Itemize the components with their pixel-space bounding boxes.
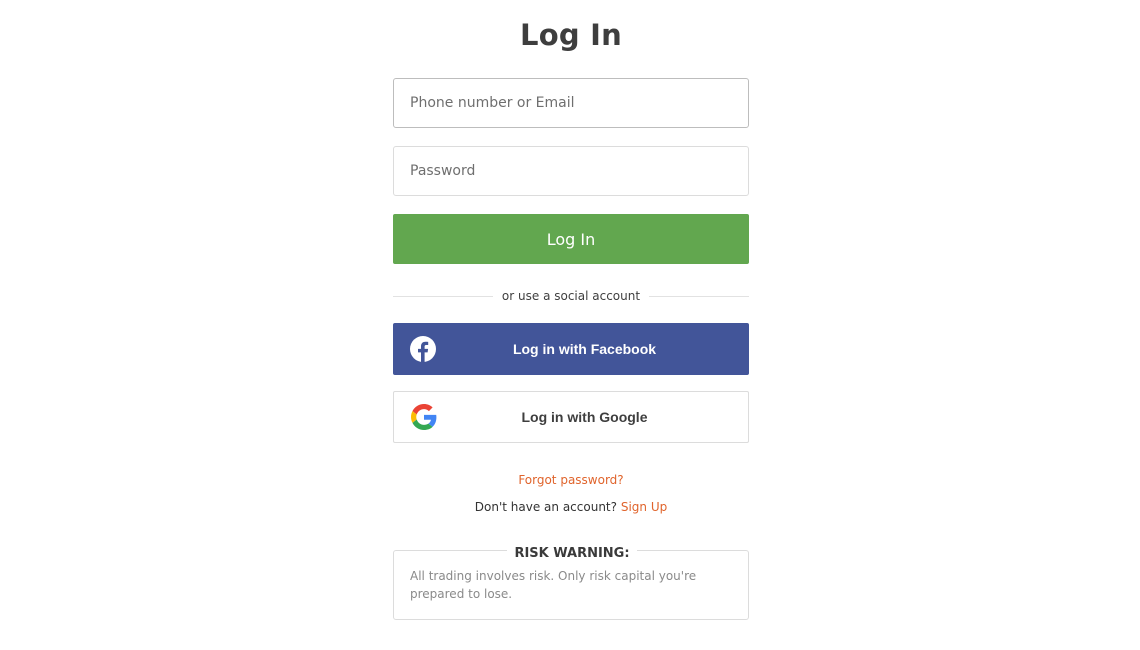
login-page: Log In Log In or use a social account Lo…	[0, 0, 1140, 650]
divider-line-right	[649, 296, 749, 297]
risk-warning-title: RISK WARNING:	[507, 546, 637, 561]
google-login-label: Log in with Google	[521, 409, 648, 425]
phone-email-input[interactable]	[393, 78, 749, 128]
google-icon	[411, 404, 437, 430]
facebook-icon	[410, 336, 436, 362]
risk-warning-box: RISK WARNING: All trading involves risk.…	[393, 546, 749, 620]
signup-link[interactable]: Sign Up	[621, 500, 667, 514]
google-login-button[interactable]: Log in with Google	[393, 391, 749, 443]
facebook-login-button[interactable]: Log in with Facebook	[393, 323, 749, 375]
risk-warning-heading: RISK WARNING:	[394, 542, 750, 561]
signup-prompt: Don't have an account? Sign Up	[393, 500, 749, 514]
forgot-password-link[interactable]: Forgot password?	[393, 473, 749, 487]
login-button[interactable]: Log In	[393, 214, 749, 264]
social-divider: or use a social account	[393, 287, 749, 305]
risk-warning-text: All trading involves risk. Only risk cap…	[410, 569, 697, 601]
facebook-login-label: Log in with Facebook	[512, 341, 657, 357]
password-input[interactable]	[393, 146, 749, 196]
no-account-text: Don't have an account?	[474, 500, 617, 514]
page-title: Log In	[520, 18, 622, 52]
